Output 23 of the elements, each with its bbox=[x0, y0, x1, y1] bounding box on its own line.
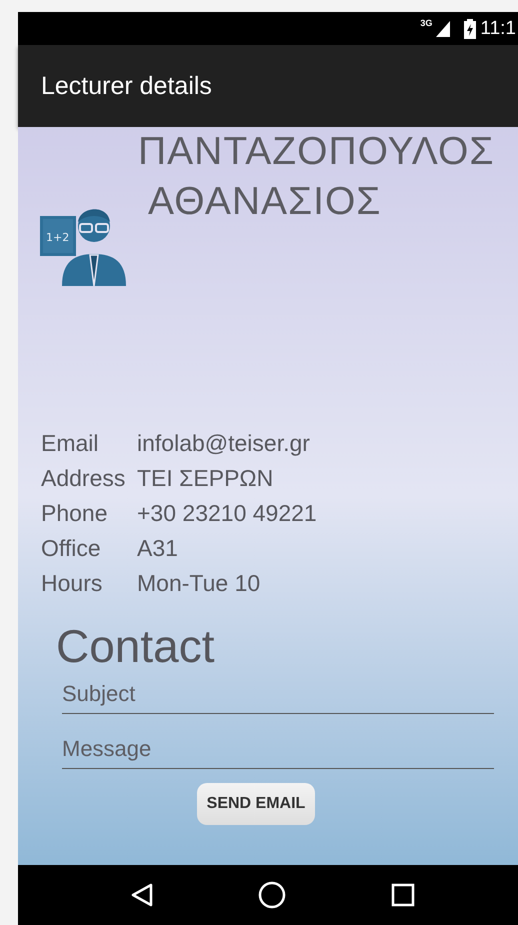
detail-value: infolab@teiser.gr bbox=[137, 430, 310, 457]
send-email-button[interactable]: SEND EMAIL bbox=[196, 783, 316, 825]
text-input-field[interactable]: Message bbox=[62, 730, 494, 769]
text-input-field[interactable]: Subject bbox=[62, 675, 494, 714]
signal-icon bbox=[436, 20, 450, 36]
detail-label: Phone bbox=[41, 500, 109, 527]
screen-title: Lecturer details bbox=[41, 72, 212, 100]
recent-apps-icon[interactable] bbox=[391, 883, 416, 907]
back-icon[interactable] bbox=[130, 883, 153, 907]
network-type: 3G bbox=[420, 18, 432, 28]
detail-value: A31 bbox=[137, 535, 178, 562]
detail-label: Address bbox=[41, 465, 126, 492]
detail-value: ΤΕΙ ΣΕΡΡΩΝ bbox=[137, 465, 274, 492]
detail-label: Email bbox=[41, 430, 100, 457]
battery-icon bbox=[464, 18, 476, 38]
contact-heading: Contact bbox=[56, 619, 216, 673]
detail-label: Hours bbox=[41, 570, 104, 597]
detail-value: +30 23210 49221 bbox=[137, 500, 317, 527]
clock-time: 11:1 bbox=[480, 18, 516, 40]
detail-value: Mon-Tue 10 bbox=[137, 570, 260, 597]
home-icon[interactable] bbox=[258, 881, 286, 909]
detail-label: Office bbox=[41, 535, 102, 562]
lecturer-name: ΠΑΝΤΑΖΟΠΟΥΛΟΣ ΑΘΑΝΑΣΙΟΣ bbox=[138, 129, 496, 225]
